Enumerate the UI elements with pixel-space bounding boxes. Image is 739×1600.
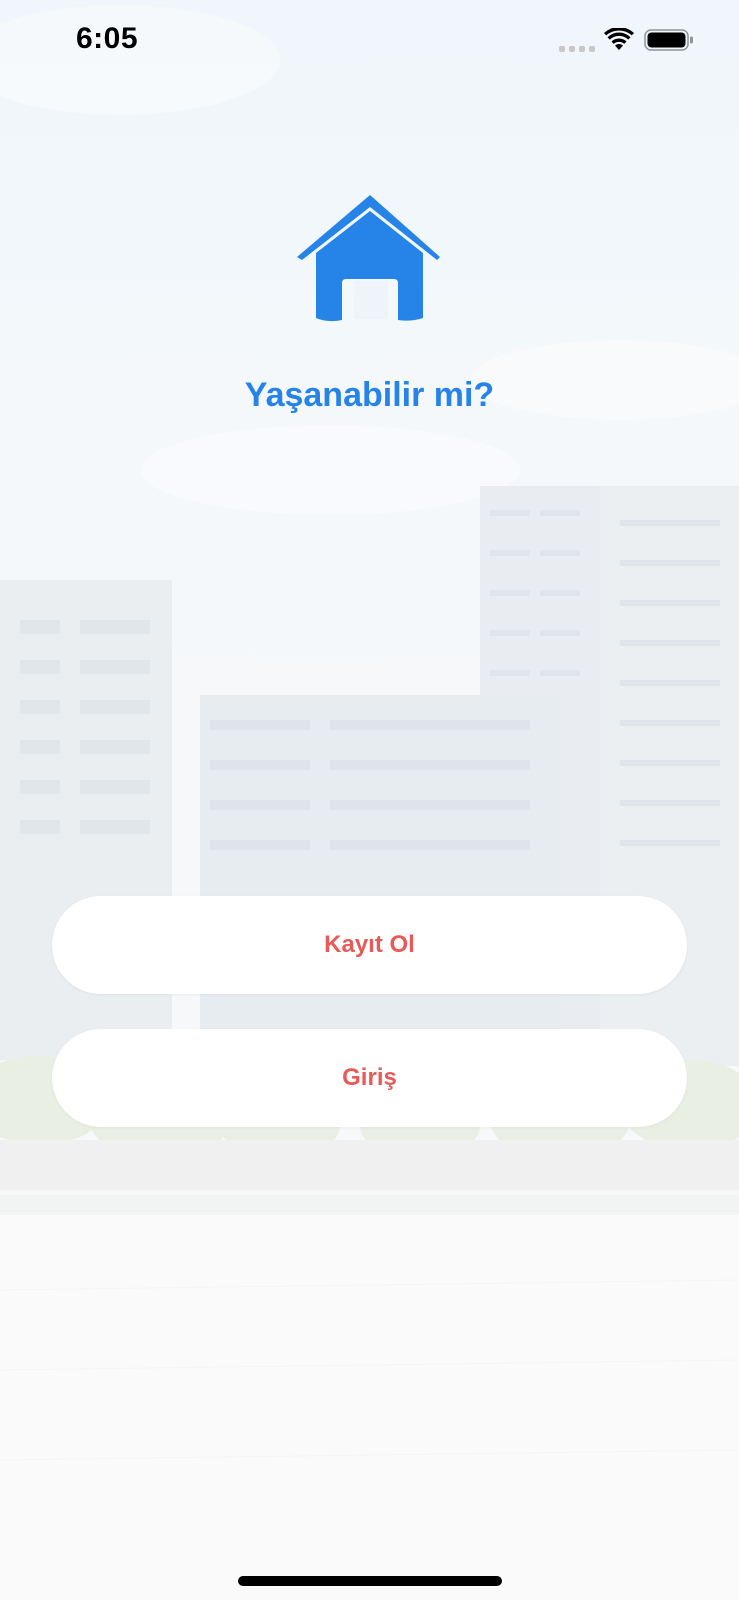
welcome-screen: 6:05 Yaşanabilir mi? Kayıt Ol Giriş [0, 0, 739, 1600]
status-time: 6:05 [76, 22, 139, 55]
home-indicator[interactable] [238, 1576, 502, 1586]
login-button[interactable]: Giriş [52, 1029, 687, 1127]
house-icon [297, 195, 440, 322]
logo [294, 193, 444, 323]
cellular-signal-icon [559, 46, 595, 52]
status-bar: 6:05 [0, 0, 739, 84]
register-button[interactable]: Kayıt Ol [52, 896, 687, 994]
wifi-icon [604, 28, 634, 50]
battery-icon [644, 29, 693, 51]
app-title: Yaşanabilir mi? [244, 376, 495, 414]
